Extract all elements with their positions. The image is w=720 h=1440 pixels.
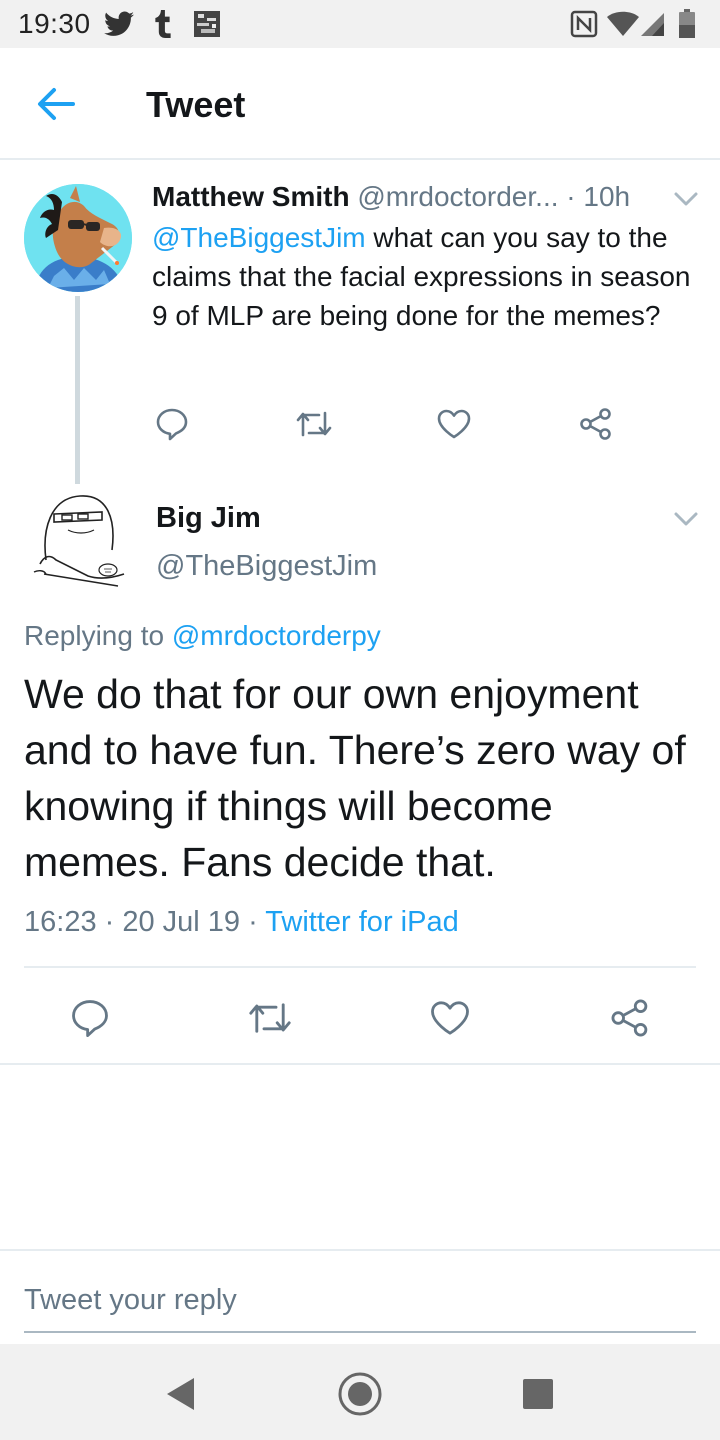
- author-handle[interactable]: @mrdoctorder...: [357, 181, 558, 212]
- tweet-actions: [0, 994, 720, 1042]
- reply-button[interactable]: [152, 404, 192, 444]
- back-button[interactable]: [30, 78, 82, 130]
- divider: [0, 1249, 720, 1251]
- chevron-down-icon: [674, 192, 698, 206]
- reply-icon: [156, 408, 188, 441]
- share-icon: [611, 999, 648, 1037]
- tweet-client-link[interactable]: Twitter for iPad: [265, 906, 458, 938]
- parent-tweet-actions: [0, 404, 720, 448]
- retweet-button[interactable]: [246, 994, 294, 1042]
- reply-input-underline: [24, 1331, 696, 1333]
- square-recents-icon: [523, 1379, 553, 1409]
- arrow-left-icon: [38, 88, 75, 120]
- mention-link[interactable]: @TheBiggestJim: [152, 222, 366, 253]
- wifi-icon: [606, 8, 640, 40]
- divider: [24, 966, 696, 968]
- like-button[interactable]: [434, 404, 474, 444]
- parent-tweet-header: Matthew Smith @mrdoctorder... · 10h: [152, 180, 630, 214]
- author-name[interactable]: Big Jim: [156, 502, 261, 535]
- app-bar: Tweet: [0, 48, 720, 160]
- avatar[interactable]: [28, 490, 128, 590]
- share-button[interactable]: [606, 994, 654, 1042]
- page-title: Tweet: [146, 84, 246, 125]
- like-button[interactable]: [426, 994, 474, 1042]
- tweet-meta: 16:23 · 20 Jul 19 · Twitter for iPad: [24, 906, 459, 939]
- navigation-bar: [0, 1344, 720, 1440]
- image-notification-icon: [192, 8, 222, 40]
- replying-to-label: Replying to: [24, 620, 172, 651]
- reply-input[interactable]: [24, 1270, 696, 1330]
- author-name[interactable]: Matthew Smith: [152, 181, 350, 212]
- reply-button[interactable]: [66, 994, 114, 1042]
- share-icon: [580, 408, 611, 440]
- author-handle[interactable]: @TheBiggestJim: [156, 550, 377, 583]
- signal-icon: [640, 8, 666, 40]
- heart-icon: [431, 1001, 469, 1035]
- tweet-text: We do that for our own enjoyment and to …: [24, 671, 686, 885]
- tweet-menu-button[interactable]: [672, 188, 700, 210]
- retweet-icon: [249, 1003, 291, 1033]
- share-button[interactable]: [576, 404, 616, 444]
- battery-icon: [678, 8, 696, 40]
- horse-avatar-icon: [24, 184, 132, 292]
- replying-to: Replying to @mrdoctorderpy: [24, 620, 381, 652]
- tumblr-icon: [154, 8, 172, 40]
- thread-line: [75, 296, 80, 484]
- sketch-avatar-icon: [28, 490, 128, 590]
- status-bar: 19:30: [0, 0, 720, 48]
- tweet-timestamp: 16:23 · 20 Jul 19 ·: [24, 906, 266, 938]
- nfc-icon: [570, 8, 598, 40]
- chevron-down-icon: [674, 512, 698, 526]
- replying-to-handle[interactable]: @mrdoctorderpy: [172, 620, 381, 651]
- divider: [0, 1063, 720, 1065]
- reply-icon: [72, 1000, 108, 1038]
- heart-icon: [437, 409, 471, 439]
- triangle-back-icon: [167, 1378, 194, 1410]
- nav-back-button[interactable]: [156, 1370, 204, 1418]
- avatar[interactable]: [24, 184, 132, 292]
- retweet-button[interactable]: [294, 404, 334, 444]
- retweet-icon: [296, 411, 332, 437]
- status-time: 19:30: [18, 8, 91, 39]
- tweet-menu-button[interactable]: [672, 508, 700, 530]
- tweet-time: · 10h: [566, 181, 631, 212]
- twitter-icon: [104, 8, 134, 40]
- parent-tweet-text: @TheBiggestJim what can you say to the c…: [152, 218, 702, 335]
- nav-home-button[interactable]: [336, 1370, 384, 1418]
- home-circle-icon: [338, 1372, 382, 1416]
- nav-recents-button[interactable]: [514, 1370, 562, 1418]
